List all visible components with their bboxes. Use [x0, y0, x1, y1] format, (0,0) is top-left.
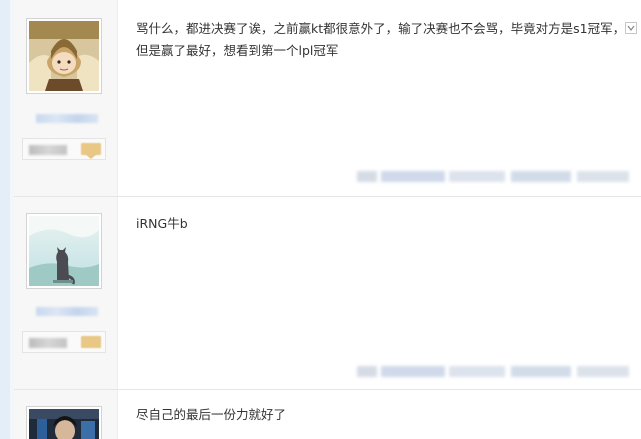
username-blurred[interactable]	[36, 114, 98, 123]
page-left-border	[0, 0, 10, 439]
badge-icon	[81, 336, 101, 348]
person-photo-avatar-icon	[29, 409, 99, 439]
cat-avatar-icon	[29, 216, 99, 286]
username-blurred[interactable]	[36, 307, 98, 316]
user-avatar[interactable]	[26, 406, 102, 439]
post-content: iRNG牛b	[136, 216, 188, 231]
badge-label-blurred	[29, 145, 67, 155]
user-avatar[interactable]	[26, 213, 102, 289]
reply-post: 尽自己的最后一份力就好了	[14, 390, 641, 439]
post-meta-blurred	[357, 168, 629, 184]
reply-post: iRNG牛b	[14, 197, 641, 390]
close-icon[interactable]	[625, 22, 637, 34]
post-content: 骂什么，都进决赛了诶，之前赢kt都很意外了，输了决赛也不会骂，毕竟对方是s1冠军…	[136, 21, 626, 58]
post-content: 尽自己的最后一份力就好了	[136, 407, 287, 422]
user-avatar[interactable]	[26, 18, 102, 94]
badge-tip	[85, 154, 97, 159]
user-level-badge	[22, 138, 106, 160]
user-sidebar	[14, 390, 118, 439]
user-level-badge	[22, 331, 106, 353]
anime-character-avatar-icon	[29, 21, 99, 91]
reply-post: 骂什么，都进决赛了诶，之前赢kt都很意外了，输了决赛也不会骂，毕竟对方是s1冠军…	[14, 0, 641, 197]
post-meta-blurred	[357, 363, 629, 379]
user-sidebar	[14, 197, 118, 389]
user-sidebar	[14, 0, 118, 196]
badge-label-blurred	[29, 338, 67, 348]
